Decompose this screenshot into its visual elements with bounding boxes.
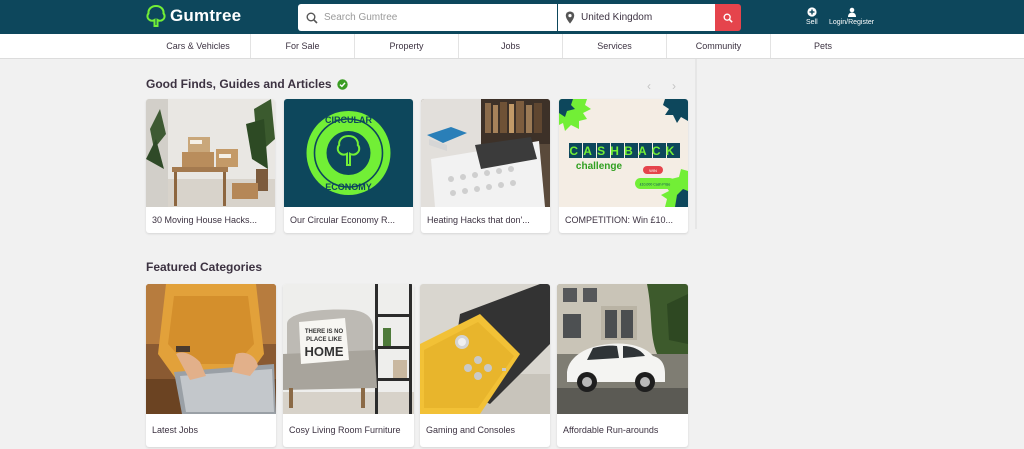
cashback-challenge-image: CASHBACK challenge WIN £10,000 Cash Priz… bbox=[559, 99, 688, 207]
brand-name: Gumtree bbox=[170, 6, 242, 25]
run-arounds-image bbox=[557, 284, 688, 414]
category-nav: Cars & Vehicles For Sale Property Jobs S… bbox=[0, 34, 1024, 59]
cashback-word: CASHBACK bbox=[569, 144, 679, 158]
latest-jobs-image bbox=[146, 284, 276, 414]
nav-item-for-sale[interactable]: For Sale bbox=[251, 34, 355, 58]
nav-item-services[interactable]: Services bbox=[563, 34, 667, 58]
category-card-living-room[interactable]: THERE IS NO PLACE LIKE HOME Cosy Living … bbox=[283, 284, 414, 447]
sell-button[interactable]: Sell bbox=[806, 7, 818, 26]
sell-label: Sell bbox=[806, 19, 818, 26]
location-pin-icon bbox=[565, 11, 575, 24]
article-card-circular-economy[interactable]: CIRCULAR ECONOMY Our Circular Economy R.… bbox=[284, 99, 413, 233]
good-finds-section-title: Good Finds, Guides and Articles bbox=[146, 77, 348, 91]
search-icon bbox=[306, 12, 318, 24]
moving-house-image bbox=[146, 99, 275, 207]
article-caption: 30 Moving House Hacks... bbox=[152, 215, 258, 225]
category-caption: Latest Jobs bbox=[152, 425, 199, 435]
search-button[interactable] bbox=[715, 4, 741, 31]
plus-circle-icon bbox=[807, 7, 817, 17]
challenge-word: challenge bbox=[576, 161, 623, 172]
search-icon bbox=[723, 13, 733, 23]
nav-item-cars-vehicles[interactable]: Cars & Vehicles bbox=[146, 34, 251, 58]
category-card-latest-jobs[interactable]: Latest Jobs bbox=[146, 284, 276, 447]
category-card-run-arounds[interactable]: Affordable Run-arounds bbox=[557, 284, 688, 447]
article-card-competition[interactable]: CASHBACK challenge WIN £10,000 Cash Priz… bbox=[559, 99, 688, 233]
nav-item-community[interactable]: Community bbox=[667, 34, 771, 58]
carousel-next-arrow[interactable]: › bbox=[672, 79, 676, 93]
cashback-prize: £10,000 Cash Prize bbox=[640, 183, 671, 187]
gumtree-logo[interactable]: Gumtree bbox=[146, 5, 241, 27]
article-card-moving-house[interactable]: 30 Moving House Hacks... bbox=[146, 99, 275, 233]
user-icon bbox=[847, 7, 856, 17]
gaming-consoles-image bbox=[420, 284, 550, 414]
article-caption: Heating Hacks that don'... bbox=[427, 215, 530, 225]
verified-check-icon bbox=[336, 78, 348, 90]
circular-economy-image: CIRCULAR ECONOMY bbox=[284, 99, 413, 207]
article-caption: COMPETITION: Win £10... bbox=[565, 215, 674, 225]
category-card-gaming[interactable]: Gaming and Consoles bbox=[420, 284, 550, 447]
header: Gumtree United Kingdom Sell bbox=[0, 0, 1024, 34]
login-register-label: Login/Register bbox=[829, 19, 875, 26]
heating-hacks-image bbox=[421, 99, 550, 207]
circular-text-bottom: ECONOMY bbox=[325, 182, 372, 192]
login-register-button[interactable]: Login/Register bbox=[829, 7, 874, 26]
good-finds-title-text: Good Finds, Guides and Articles bbox=[146, 77, 332, 91]
pillow-text-line3: HOME bbox=[305, 344, 344, 359]
location-value: United Kingdom bbox=[581, 12, 653, 23]
search-field[interactable] bbox=[298, 4, 557, 31]
carousel-prev-arrow[interactable]: ‹ bbox=[647, 79, 651, 93]
article-caption: Our Circular Economy R... bbox=[290, 215, 396, 225]
panel-divider bbox=[695, 59, 697, 229]
nav-item-jobs[interactable]: Jobs bbox=[459, 34, 563, 58]
category-caption: Affordable Run-arounds bbox=[563, 425, 659, 435]
category-caption: Gaming and Consoles bbox=[426, 425, 516, 435]
living-room-image: THERE IS NO PLACE LIKE HOME bbox=[283, 284, 414, 414]
category-caption: Cosy Living Room Furniture bbox=[289, 425, 401, 435]
article-card-heating-hacks[interactable]: Heating Hacks that don'... bbox=[421, 99, 550, 233]
featured-categories-title: Featured Categories bbox=[146, 260, 262, 274]
nav-item-pets[interactable]: Pets bbox=[771, 34, 875, 58]
tree-icon bbox=[146, 5, 166, 27]
location-field[interactable]: United Kingdom bbox=[558, 4, 715, 31]
featured-title-text: Featured Categories bbox=[146, 260, 263, 274]
pillow-text-line2: PLACE LIKE bbox=[306, 337, 342, 343]
pillow-text-line1: THERE IS NO bbox=[305, 329, 344, 335]
search-input[interactable] bbox=[324, 12, 544, 23]
nav-item-property[interactable]: Property bbox=[355, 34, 459, 58]
circular-text-top: CIRCULAR bbox=[325, 115, 372, 125]
cashback-badge: WIN bbox=[649, 168, 657, 173]
